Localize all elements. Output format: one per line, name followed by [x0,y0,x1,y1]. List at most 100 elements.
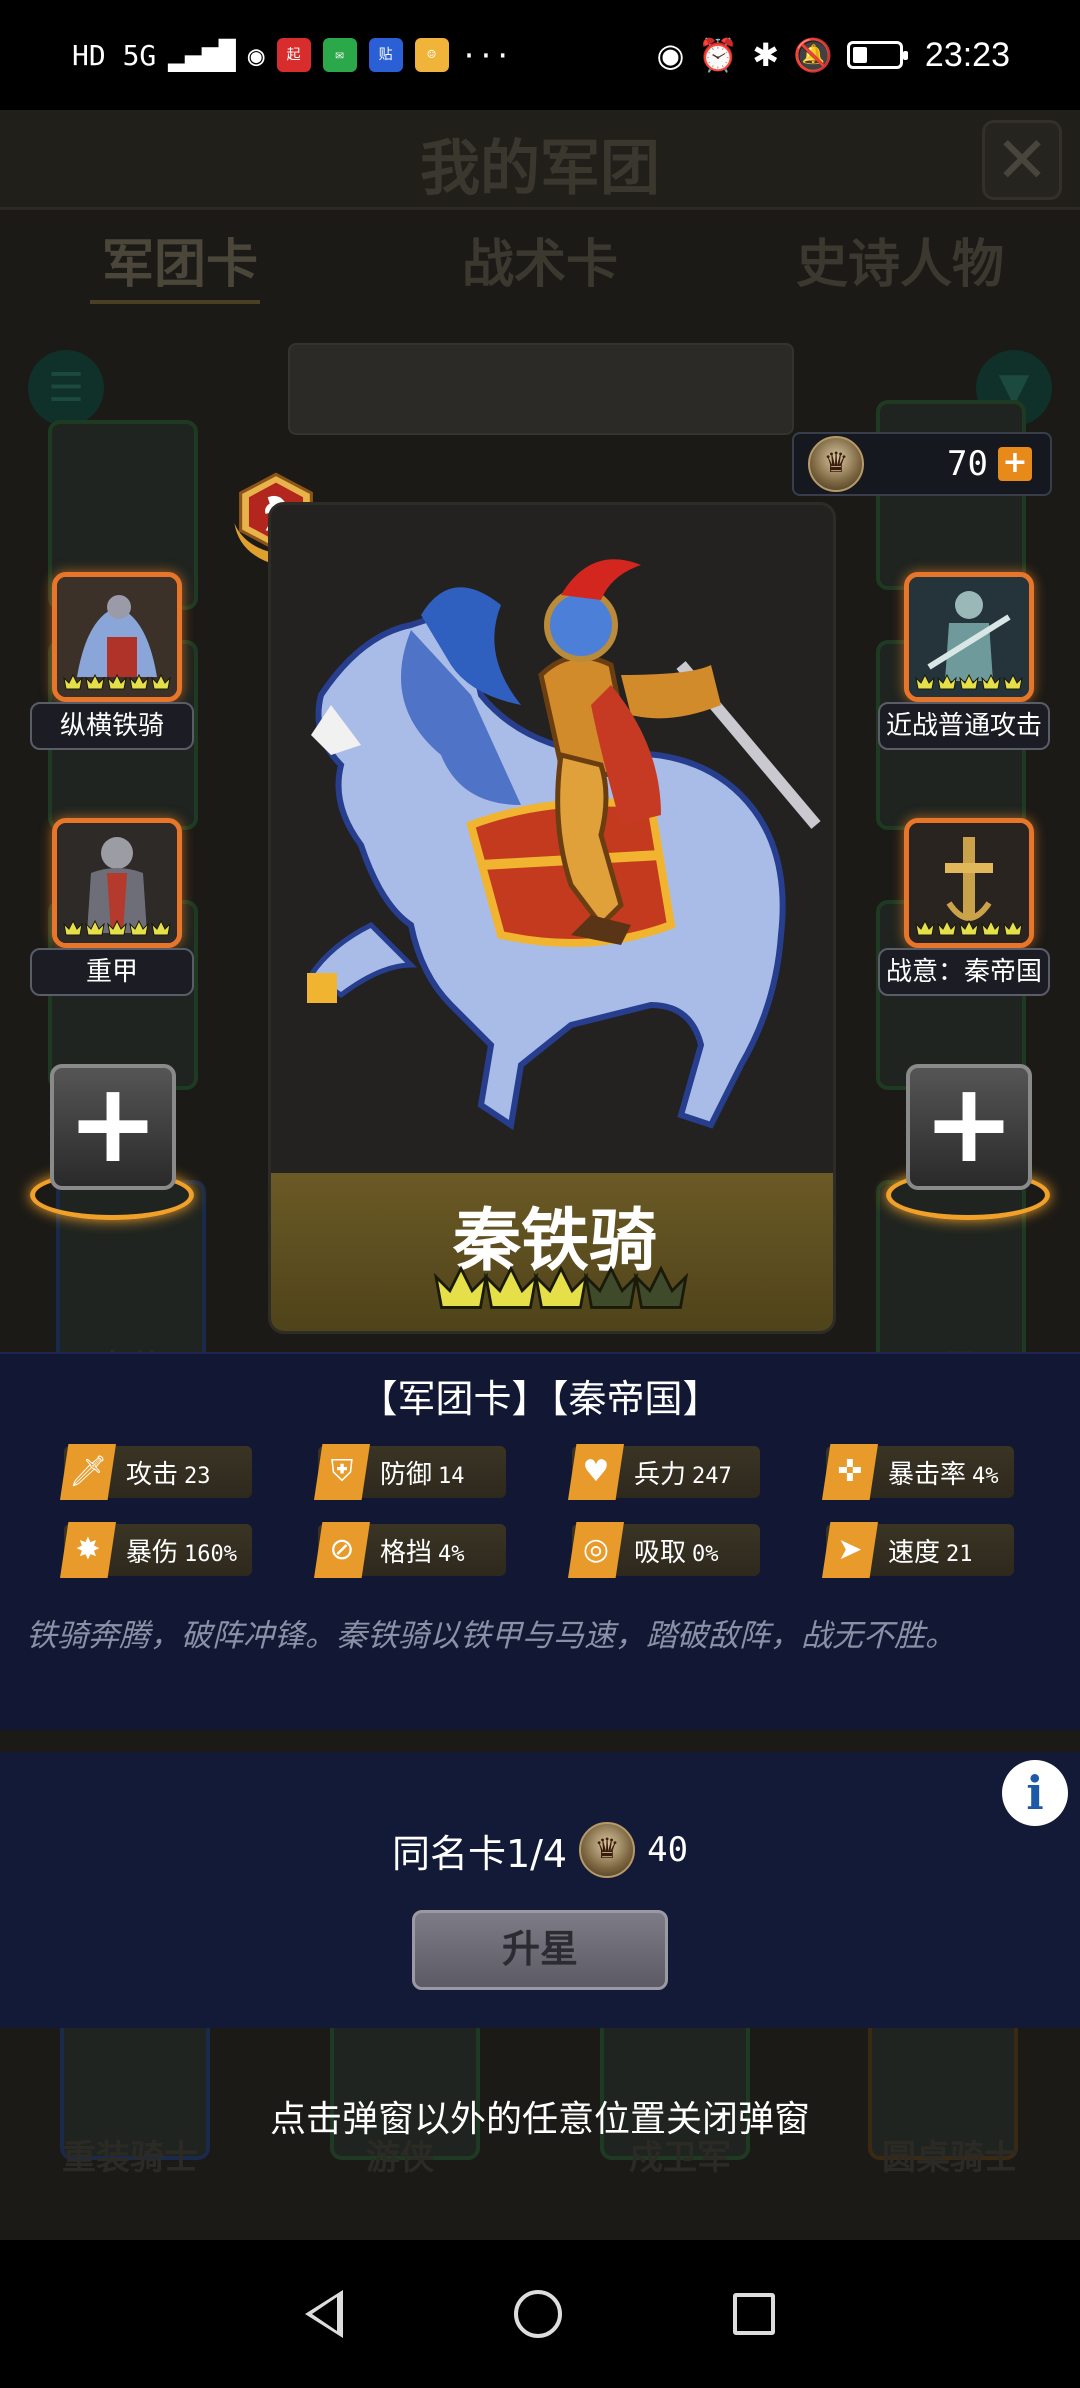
skill-slot-label: 近战普通攻击 [878,702,1050,750]
home-icon[interactable] [513,2290,562,2338]
crown-filled-icon [433,1263,489,1311]
crown-filled-icon [981,673,1001,691]
search-input[interactable] [288,343,794,435]
slot-star-rating [915,673,1023,693]
crown-filled-icon [107,919,127,937]
eagle-emblem-icon [579,1822,636,1878]
skill-slot-label: 纵横铁骑 [30,702,194,750]
status-bar: HD 5G ▂▄▆█ ◉ 起 ✉ 贴 ☺ ··· ◉ ⏰ ✱ 🔕 23:23 [0,0,1080,110]
crown-filled-icon [915,673,935,691]
eagle-emblem-icon [808,436,864,492]
network-label: HD 5G [72,38,157,72]
card-tags: 【军团卡】【秦帝国】 [359,1377,721,1421]
clock: 23:23 [924,35,1010,74]
heart-icon: ♥ [568,1444,624,1500]
list-view-icon[interactable]: ☰ [28,350,104,426]
hotspot-icon: ◉ [247,38,265,72]
crown-filled-icon [1003,673,1023,691]
qin-cavalry-illustration [271,505,833,1173]
crown-filled-icon [483,1263,539,1311]
stat-text: 格挡 4% [380,1532,465,1569]
stat-text: 暴伤 160% [126,1532,237,1569]
add-skill-button[interactable]: + [906,1064,1032,1190]
card-description: 铁骑奔腾，破阵冲锋。秦铁骑以铁甲与马速，踏破敌阵，战无不胜。 [26,1618,956,1654]
crown-filled-icon [937,919,957,937]
stat-item: ✸ 暴伤 160% [60,1522,252,1578]
block-icon: ⊘ [314,1522,370,1578]
stat-label: 暴伤 [126,1537,179,1568]
stat-label: 兵力 [634,1459,687,1490]
crown-filled-icon [915,919,935,937]
stat-text: 攻击 23 [126,1454,211,1491]
skill-slot-melee-attack[interactable] [904,572,1034,702]
skill-slot-label: 战意：秦帝国 [878,948,1050,996]
shield-icon: ⛨ [314,1444,370,1500]
info-icon[interactable]: i [1002,1760,1068,1826]
crown-filled-icon [129,673,149,691]
currency-value: 70 [947,444,988,484]
close-hint: 点击弹窗以外的任意位置关闭弹窗 [269,2099,810,2140]
stat-label: 速度 [888,1537,941,1568]
status-left: HD 5G ▂▄▆█ ◉ 起 ✉ 贴 ☺ ··· [72,38,511,72]
tab-underline [90,300,260,304]
crown-filled-icon [85,673,105,691]
tab-tactic-cards[interactable]: 战术卡 [360,225,720,325]
skill-slot-cavalry[interactable] [52,572,182,702]
signal-icon: ▂▄▆█ [168,38,236,72]
tab-legion-cards[interactable]: 军团卡 [0,225,360,325]
currency-display: 70 + [792,432,1052,496]
add-skill-button[interactable]: + [50,1064,176,1190]
recent-apps-icon[interactable] [732,2293,775,2335]
navigation-bar [0,2240,1080,2388]
add-currency-button[interactable]: + [998,447,1032,481]
stat-value: 0% [692,1541,719,1567]
stat-label: 格挡 [380,1537,433,1568]
stat-value: 160% [184,1541,237,1567]
slot-star-rating [915,919,1023,939]
tab-bar: 军团卡 战术卡 史诗人物 [0,225,1080,325]
stat-text: 暴击率 4% [888,1454,999,1491]
wechat-icon: ✉ [322,38,357,72]
stat-text: 速度 21 [888,1532,973,1569]
crown-filled-icon [1003,919,1023,937]
close-button[interactable]: ✕ [982,120,1062,200]
back-icon[interactable] [305,2290,344,2338]
stat-text: 防御 14 [380,1454,465,1491]
upgrade-cost: 40 [647,1830,689,1870]
crown-filled-icon [85,919,105,937]
stat-text: 吸取 0% [634,1532,719,1569]
battery-icon [846,41,908,69]
crown-filled-icon [107,673,127,691]
lifesteal-icon: ◎ [568,1522,624,1578]
alarm-icon: ⏰ [698,36,739,74]
app-notification-icon: 起 [276,38,311,72]
duplicate-count: 同名卡1/4 [391,1831,568,1876]
stat-item: 🗡 攻击 23 [60,1444,252,1500]
tab-epic-characters[interactable]: 史诗人物 [720,225,1080,325]
crown-filled-icon [63,919,83,937]
stat-value: 4% [972,1463,999,1489]
crown-filled-icon [63,673,83,691]
crown-filled-icon [151,919,171,937]
skill-slot-war-spirit[interactable] [904,818,1034,948]
eye-icon: ◉ [656,36,685,74]
crown-filled-icon [959,919,979,937]
sword-icon: 🗡 [60,1444,116,1500]
stat-label: 吸取 [634,1537,687,1568]
crown-empty-icon [583,1263,639,1311]
stat-label: 攻击 [126,1459,179,1490]
stat-value: 23 [184,1463,211,1489]
crown-filled-icon [959,673,979,691]
skill-slot-heavy-armor[interactable] [52,818,182,948]
upgrade-star-button[interactable]: 升星 [412,1910,668,1990]
stat-label: 暴击率 [888,1459,967,1490]
stat-item: ⛨ 防御 14 [314,1444,506,1500]
mute-icon: 🔕 [793,36,833,74]
stats-grid: 🗡 攻击 23 ⛨ 防御 14 ♥ 兵力 247 ✜ 暴击率 4% ✸ 暴伤 160% ⊘ 格挡 4% ◎ 吸取 0% ➤… [60,1444,1016,1578]
app-notification-icon: ☺ [414,38,449,72]
speed-icon: ➤ [822,1522,878,1578]
legion-card: 秦铁骑 [268,502,836,1334]
crown-filled-icon [533,1263,589,1311]
crit-damage-icon: ✸ [60,1522,116,1578]
crown-empty-icon [633,1263,689,1311]
